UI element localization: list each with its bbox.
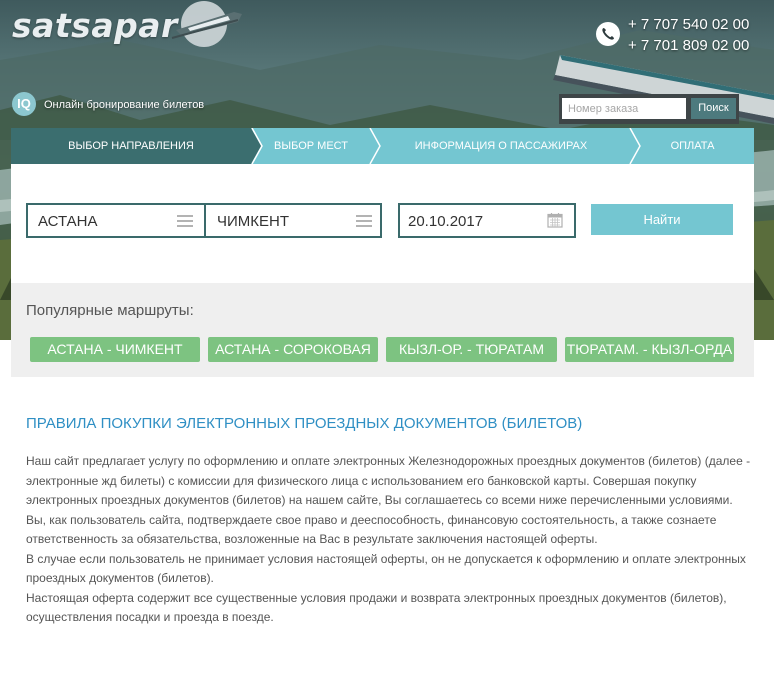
step-arrow-icon — [369, 128, 381, 164]
rules-text: Наш сайт предлагает услугу по оформлению… — [26, 452, 756, 628]
popular-routes-panel — [11, 283, 754, 377]
popular-route-button[interactable]: КЫЗЛ-ОР. - ТЮРАТАМ — [386, 337, 557, 362]
rules-paragraph: Вы, как пользователь сайта, подтверждает… — [26, 512, 717, 547]
phone-icon — [596, 22, 620, 46]
list-icon[interactable] — [356, 215, 372, 227]
date-value: 20.10.2017 — [408, 213, 484, 230]
phone-number-2[interactable]: + 7 701 809 02 00 — [628, 35, 749, 56]
tagline: Онлайн бронирование билетов — [44, 99, 205, 111]
step-payment[interactable]: ОПЛАТА — [631, 128, 754, 164]
phone-numbers: + 7 707 540 02 00 + 7 701 809 02 00 — [628, 14, 749, 56]
popular-route-button[interactable]: АСТАНА - СОРОКОВАЯ — [208, 337, 378, 362]
iq-logo-icon: IQ — [12, 92, 36, 116]
popular-route-button[interactable]: АСТАНА - ЧИМКЕНТ — [30, 337, 200, 362]
popular-routes-title: Популярные маршруты: — [26, 302, 194, 319]
rules-paragraph: Наш сайт предлагает услугу по оформлению… — [26, 454, 751, 507]
popular-route-button[interactable]: ТЮРАТАМ. - КЫЗЛ-ОРДА — [565, 337, 734, 362]
step-arrow-icon — [629, 128, 641, 164]
find-button[interactable]: Найти — [591, 204, 733, 235]
step-passengers[interactable]: ИНФОРМАЦИЯ О ПАССАЖИРАХ — [371, 128, 631, 164]
rules-paragraph: В случае если пользователь не принимает … — [26, 551, 746, 586]
order-search-button[interactable]: Поиск — [691, 98, 736, 119]
calendar-icon[interactable] — [547, 212, 563, 228]
route-selector: АСТАНА ЧИМКЕНТ — [26, 203, 382, 238]
list-icon[interactable] — [177, 215, 193, 227]
step-seats[interactable]: ВЫБОР МЕСТ — [251, 128, 371, 164]
route-divider — [204, 205, 206, 236]
booking-steps: ВЫБОР НАПРАВЛЕНИЯ ВЫБОР МЕСТ ИНФОРМАЦИЯ … — [11, 128, 754, 164]
to-city-field[interactable]: ЧИМКЕНТ — [217, 213, 289, 230]
train-logo-icon — [171, 1, 242, 47]
phone-number-1[interactable]: + 7 707 540 02 00 — [628, 14, 749, 35]
rules-title: ПРАВИЛА ПОКУПКИ ЭЛЕКТРОННЫХ ПРОЕЗДНЫХ ДО… — [26, 415, 583, 432]
rules-paragraph: Настоящая оферта содержит все существенн… — [26, 590, 727, 625]
from-city-field[interactable]: АСТАНА — [38, 213, 98, 230]
site-logo[interactable]: satsapar — [12, 6, 178, 45]
order-number-input[interactable] — [562, 98, 686, 119]
date-field[interactable]: 20.10.2017 — [398, 203, 576, 238]
step-direction[interactable]: ВЫБОР НАПРАВЛЕНИЯ — [11, 128, 251, 164]
step-arrow-icon — [251, 128, 263, 164]
